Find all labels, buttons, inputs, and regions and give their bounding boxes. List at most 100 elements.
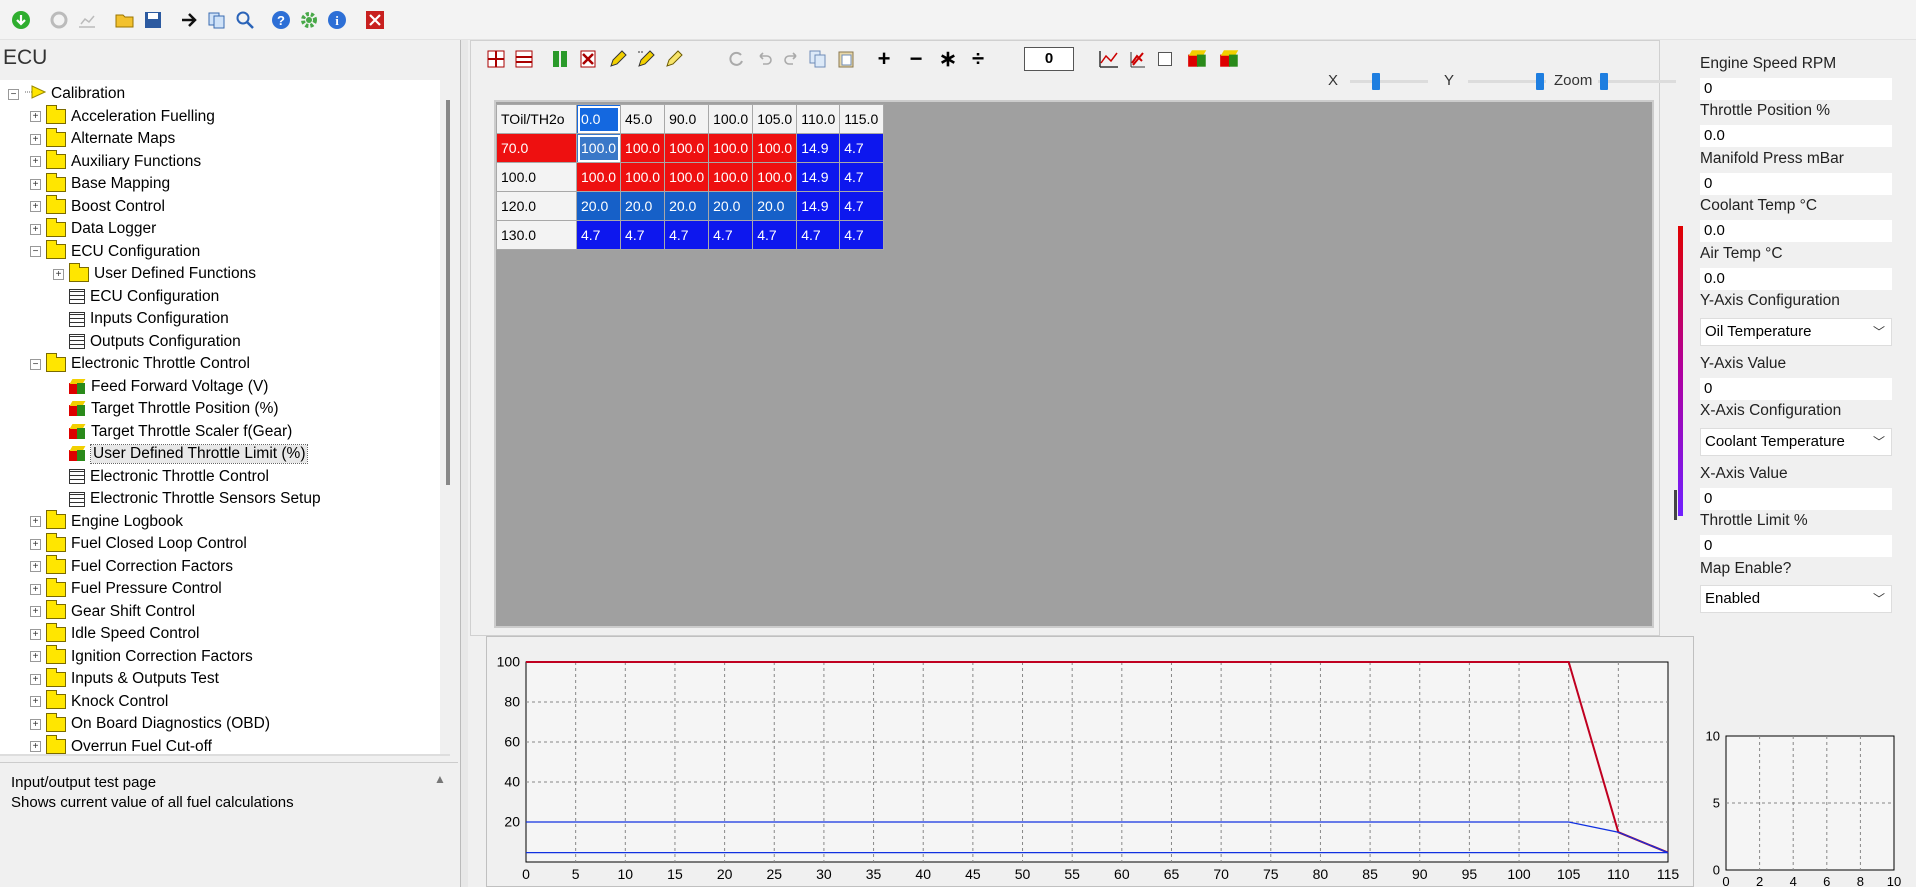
tree-item[interactable]: + Acceleration Fuelling xyxy=(30,105,215,128)
tree-item[interactable]: + Fuel Closed Loop Control xyxy=(30,532,247,555)
expand-icon[interactable]: + xyxy=(30,583,41,595)
search-icon[interactable] xyxy=(234,9,256,31)
column-header-cell[interactable]: 100.0 xyxy=(708,104,754,134)
delete-column-icon[interactable] xyxy=(578,48,598,70)
tree-item[interactable]: Target Throttle Position (%) xyxy=(53,398,279,420)
table-cell[interactable]: 100.0 xyxy=(664,133,710,163)
x-slider-thumb[interactable] xyxy=(1372,73,1380,90)
3d-rotate-icon[interactable] xyxy=(1218,48,1240,70)
table-corner-cell[interactable]: TOil/TH2o xyxy=(496,104,577,134)
row-header-cell[interactable]: 120.0 xyxy=(496,191,577,221)
column-header-cell[interactable]: 45.0 xyxy=(620,104,666,134)
tree-item[interactable]: + Engine Logbook xyxy=(30,510,183,533)
tree-item[interactable]: + Alternate Maps xyxy=(30,127,175,150)
tree-item[interactable]: − ECU Configuration xyxy=(30,240,200,263)
insert-row-icon[interactable] xyxy=(486,48,506,70)
table-cell[interactable]: 20.0 xyxy=(708,191,754,221)
tree-item[interactable]: − Calibration xyxy=(8,83,125,105)
insert-column-icon[interactable] xyxy=(550,48,570,70)
table-cell[interactable]: 20.0 xyxy=(575,191,622,221)
tree-item[interactable]: + Gear Shift Control xyxy=(30,600,195,623)
table-cell[interactable]: 14.9 xyxy=(796,162,841,192)
tree-item[interactable]: Outputs Configuration xyxy=(53,331,241,353)
table-cell[interactable]: 4.7 xyxy=(839,220,885,250)
tree-item[interactable]: + Idle Speed Control xyxy=(30,622,199,645)
divide-icon[interactable]: ÷ xyxy=(968,46,988,71)
table-cell[interactable]: 100.0 xyxy=(575,133,622,163)
tree-item[interactable]: + Ignition Correction Factors xyxy=(30,645,253,668)
expand-icon[interactable]: + xyxy=(30,516,41,527)
column-header-cell[interactable]: 110.0 xyxy=(796,104,841,134)
expand-icon[interactable]: + xyxy=(30,133,41,145)
y-slider-track[interactable] xyxy=(1468,80,1546,83)
add-icon[interactable]: + xyxy=(874,46,894,71)
tree-item[interactable]: + Data Logger xyxy=(30,217,156,240)
table-cell[interactable]: 20.0 xyxy=(664,191,710,221)
info-icon[interactable]: i xyxy=(326,9,348,31)
expand-icon[interactable]: + xyxy=(30,628,41,640)
row-header-cell[interactable]: 70.0 xyxy=(496,133,577,163)
tree-item[interactable]: − Electronic Throttle Control xyxy=(30,352,250,375)
tree-item[interactable]: + Fuel Correction Factors xyxy=(30,555,233,578)
close-icon[interactable] xyxy=(364,9,386,31)
calibration-tree[interactable]: − Calibration + Acceleration Fuelling + Alter… xyxy=(0,80,440,756)
y-slider-thumb[interactable] xyxy=(1536,73,1544,90)
edit-selection-icon[interactable] xyxy=(636,48,656,70)
table-cell[interactable]: 4.7 xyxy=(752,220,798,250)
tree-item[interactable]: + Auxiliary Functions xyxy=(30,150,201,173)
table-cell[interactable]: 4.7 xyxy=(575,220,622,250)
tree-item[interactable]: + Overrun Fuel Cut-off xyxy=(30,735,212,757)
3d-view-icon[interactable] xyxy=(1186,48,1208,70)
map-enable-select[interactable]: Enabled ﹀ xyxy=(1700,585,1892,613)
expand-icon[interactable]: + xyxy=(30,718,41,730)
row-header-cell[interactable]: 130.0 xyxy=(496,220,577,250)
table-cell[interactable]: 100.0 xyxy=(664,162,710,192)
collapse-icon[interactable]: − xyxy=(30,246,41,257)
step-value-input[interactable]: 0 xyxy=(1024,47,1074,71)
expand-icon[interactable]: + xyxy=(30,696,41,707)
expand-icon[interactable]: + xyxy=(30,651,41,662)
tree-item[interactable]: Inputs Configuration xyxy=(53,308,229,330)
row-header-cell[interactable]: 100.0 xyxy=(496,162,577,192)
table-cell[interactable]: 4.7 xyxy=(796,220,841,250)
expand-icon[interactable]: + xyxy=(30,673,41,685)
expand-icon[interactable]: + xyxy=(30,111,41,122)
x-slider-track[interactable] xyxy=(1350,80,1428,83)
table-cell[interactable]: 100.0 xyxy=(708,162,754,192)
zoom-slider-track[interactable] xyxy=(1598,80,1676,83)
expand-icon[interactable]: + xyxy=(30,223,41,235)
table-cell[interactable]: 4.7 xyxy=(839,162,885,192)
tree-item[interactable]: User Defined Throttle Limit (%) xyxy=(53,443,309,465)
column-header-cell[interactable]: 90.0 xyxy=(664,104,710,134)
map-table[interactable]: TOil/TH2o 0.0 45.0 90.0 100.0 105.0 110.0 115.0… xyxy=(496,104,885,250)
table-cell[interactable]: 100.0 xyxy=(620,162,666,192)
tree-item[interactable]: + Knock Control xyxy=(30,690,168,713)
expand-icon[interactable]: + xyxy=(30,201,41,212)
table-cell[interactable]: 4.7 xyxy=(708,220,754,250)
table-cell[interactable]: 4.7 xyxy=(839,191,885,221)
expand-icon[interactable]: + xyxy=(30,561,41,572)
settings-gear-icon[interactable] xyxy=(298,9,320,31)
connect-arrow-icon[interactable] xyxy=(178,9,200,31)
tree-item[interactable]: Electronic Throttle Sensors Setup xyxy=(53,488,321,510)
highlight-icon[interactable] xyxy=(664,48,684,70)
expand-icon[interactable]: + xyxy=(30,178,41,190)
expand-icon[interactable]: + xyxy=(30,156,41,167)
x-axis-config-select[interactable]: Coolant Temperature ﹀ xyxy=(1700,428,1892,456)
collapse-icon[interactable]: − xyxy=(8,88,19,100)
tree-item[interactable]: + Boost Control xyxy=(30,195,165,218)
column-header-cell[interactable]: 105.0 xyxy=(752,104,798,134)
panel-splitter[interactable] xyxy=(460,40,468,887)
help-icon[interactable]: ? xyxy=(270,9,292,31)
zoom-slider-thumb[interactable] xyxy=(1600,73,1608,90)
column-header-cell[interactable]: 0.0 xyxy=(575,104,622,134)
edit-pencil-icon[interactable] xyxy=(608,48,628,70)
column-header-cell[interactable]: 115.0 xyxy=(839,104,885,134)
table-cell[interactable]: 20.0 xyxy=(752,191,798,221)
open-folder-icon[interactable] xyxy=(114,9,136,31)
table-cell[interactable]: 20.0 xyxy=(620,191,666,221)
copy-pages-icon[interactable] xyxy=(206,9,228,31)
table-cell[interactable]: 100.0 xyxy=(575,162,622,192)
collapse-icon[interactable]: − xyxy=(30,358,41,370)
paste-icon[interactable] xyxy=(836,48,856,70)
